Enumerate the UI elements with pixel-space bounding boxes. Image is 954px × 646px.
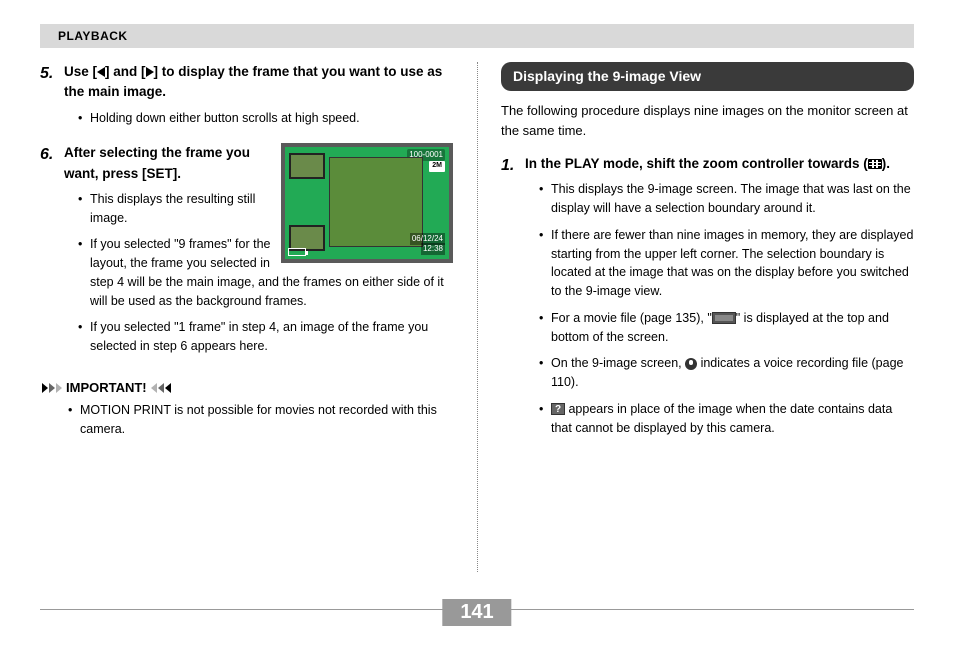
important-heading: IMPORTANT! (42, 378, 453, 398)
bullet-item: Holding down either button scrolls at hi… (78, 109, 453, 128)
question-mark-icon: ? (551, 403, 565, 415)
column-divider (477, 62, 478, 572)
bullet-item: On the 9-image screen, indicates a voice… (539, 354, 914, 392)
bullet-item: MOTION PRINT is not possible for movies … (68, 401, 453, 439)
bullet-item: If you selected "9 frames" for the layou… (78, 235, 453, 310)
bullet-item: This displays the resulting still image. (78, 190, 453, 228)
lcd-size-badge: 2M (429, 161, 445, 172)
backward-triangles-icon (151, 383, 171, 393)
bullet-item: ? appears in place of the image when the… (539, 400, 914, 438)
bullet-item: If you selected "1 frame" in step 4, an … (78, 318, 453, 356)
step-number: 1. (501, 154, 525, 445)
section-header-label: PLAYBACK (58, 29, 128, 43)
important-label: IMPORTANT! (66, 378, 147, 398)
step-number: 5. (40, 62, 64, 135)
lcd-filmstrip-top (289, 153, 327, 181)
step-1: 1. In the PLAY mode, shift the zoom cont… (501, 154, 914, 445)
bullet-item: If there are fewer than nine images in m… (539, 226, 914, 301)
intro-paragraph: The following procedure displays nine im… (501, 101, 914, 140)
step-6: 6. 100-0001 2M 06/12/24 12:38 (40, 143, 453, 364)
forward-triangles-icon (42, 383, 62, 393)
triangle-right-icon (146, 67, 154, 77)
step-number: 6. (40, 143, 64, 364)
section-header-bar: PLAYBACK (40, 24, 914, 48)
bullet-item: For a movie file (page 135), "" is displ… (539, 309, 914, 347)
step-5: 5. Use [] and [] to display the frame th… (40, 62, 453, 135)
step-title: In the PLAY mode, shift the zoom control… (525, 154, 914, 174)
subsection-title: Displaying the 9-image View (501, 62, 914, 91)
page-number: 141 (442, 599, 511, 626)
microphone-icon (685, 358, 697, 370)
left-column: 5. Use [] and [] to display the frame th… (40, 62, 477, 453)
manual-page: PLAYBACK 5. Use [] and [] to display the… (0, 0, 954, 646)
multi-image-icon (868, 159, 882, 169)
bullet-item: This displays the 9-image screen. The im… (539, 180, 914, 218)
triangle-left-icon (97, 67, 105, 77)
right-column: Displaying the 9-image View The followin… (477, 62, 914, 453)
filmstrip-icon (712, 312, 736, 324)
step-title: Use [] and [] to display the frame that … (64, 62, 453, 103)
